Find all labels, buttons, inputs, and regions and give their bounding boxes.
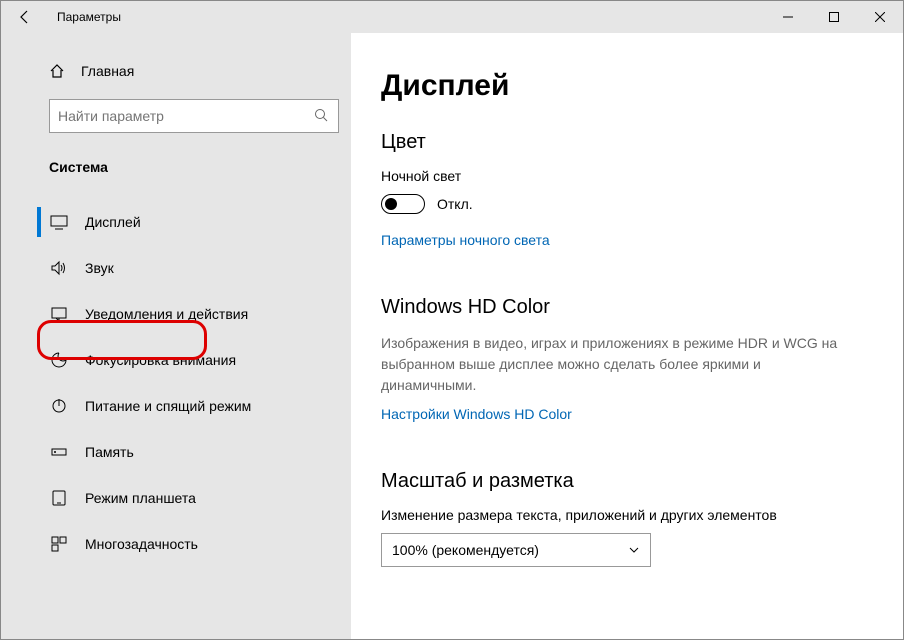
page-title: Дисплей: [381, 69, 873, 103]
section-hdcolor: Windows HD Color: [381, 296, 873, 319]
close-button[interactable]: [857, 1, 903, 33]
sidebar-item-label: Питание и спящий режим: [85, 398, 251, 414]
tablet-icon: [49, 488, 69, 508]
sidebar-item-label: Фокусировка внимания: [85, 352, 236, 368]
notifications-icon: [49, 304, 69, 324]
nightlight-label: Ночной свет: [381, 168, 873, 184]
window-controls: [765, 1, 903, 33]
sidebar-item-focus[interactable]: Фокусировка внимания: [1, 337, 351, 383]
sidebar-item-sound[interactable]: Звук: [1, 245, 351, 291]
sidebar-item-notifications[interactable]: Уведомления и действия: [1, 291, 351, 337]
category-header: Система: [1, 153, 351, 189]
search-icon: [314, 108, 330, 124]
display-icon: [49, 212, 69, 232]
titlebar: Параметры: [1, 1, 903, 33]
sidebar-item-label: Звук: [85, 260, 114, 276]
sidebar-item-label: Память: [85, 444, 134, 460]
sidebar-item-multitasking[interactable]: Многозадачность: [1, 521, 351, 567]
sidebar-item-label: Уведомления и действия: [85, 306, 248, 322]
hdcolor-description: Изображения в видео, играх и приложениях…: [381, 333, 851, 396]
nav-list: Дисплей Звук Уведомления и действия Фоку…: [1, 199, 351, 567]
settings-window: Параметры Главная Си: [0, 0, 904, 640]
sidebar-item-label: Многозадачность: [85, 536, 198, 552]
search-field[interactable]: [58, 108, 314, 124]
home-icon: [49, 63, 65, 79]
nightlight-settings-link[interactable]: Параметры ночного света: [381, 232, 550, 248]
chevron-down-icon: [628, 544, 640, 556]
sidebar-item-label: Режим планшета: [85, 490, 196, 506]
home-label: Главная: [81, 63, 134, 79]
section-scale: Масштаб и разметка: [381, 470, 873, 493]
scale-value: 100% (рекомендуется): [392, 542, 628, 558]
sidebar-item-tablet[interactable]: Режим планшета: [1, 475, 351, 521]
sidebar-item-storage[interactable]: Память: [1, 429, 351, 475]
window-title: Параметры: [57, 10, 121, 24]
sidebar: Главная Система Дисплей Звук: [1, 33, 351, 639]
scale-combobox[interactable]: 100% (рекомендуется): [381, 533, 651, 567]
focus-icon: [49, 350, 69, 370]
section-color: Цвет: [381, 131, 873, 154]
power-icon: [49, 396, 69, 416]
minimize-button[interactable]: [765, 1, 811, 33]
sidebar-item-label: Дисплей: [85, 214, 141, 230]
scale-label: Изменение размера текста, приложений и д…: [381, 507, 873, 523]
multitasking-icon: [49, 534, 69, 554]
nightlight-toggle[interactable]: [381, 194, 425, 214]
back-button[interactable]: [13, 5, 37, 29]
storage-icon: [49, 442, 69, 462]
hdcolor-settings-link[interactable]: Настройки Windows HD Color: [381, 406, 572, 422]
search-input[interactable]: [49, 99, 339, 133]
sidebar-item-display[interactable]: Дисплей: [1, 199, 351, 245]
sound-icon: [49, 258, 69, 278]
toggle-state-label: Откл.: [437, 196, 473, 212]
maximize-button[interactable]: [811, 1, 857, 33]
content-panel: Дисплей Цвет Ночной свет Откл. Параметры…: [351, 33, 903, 639]
home-link[interactable]: Главная: [1, 53, 351, 89]
sidebar-item-power[interactable]: Питание и спящий режим: [1, 383, 351, 429]
